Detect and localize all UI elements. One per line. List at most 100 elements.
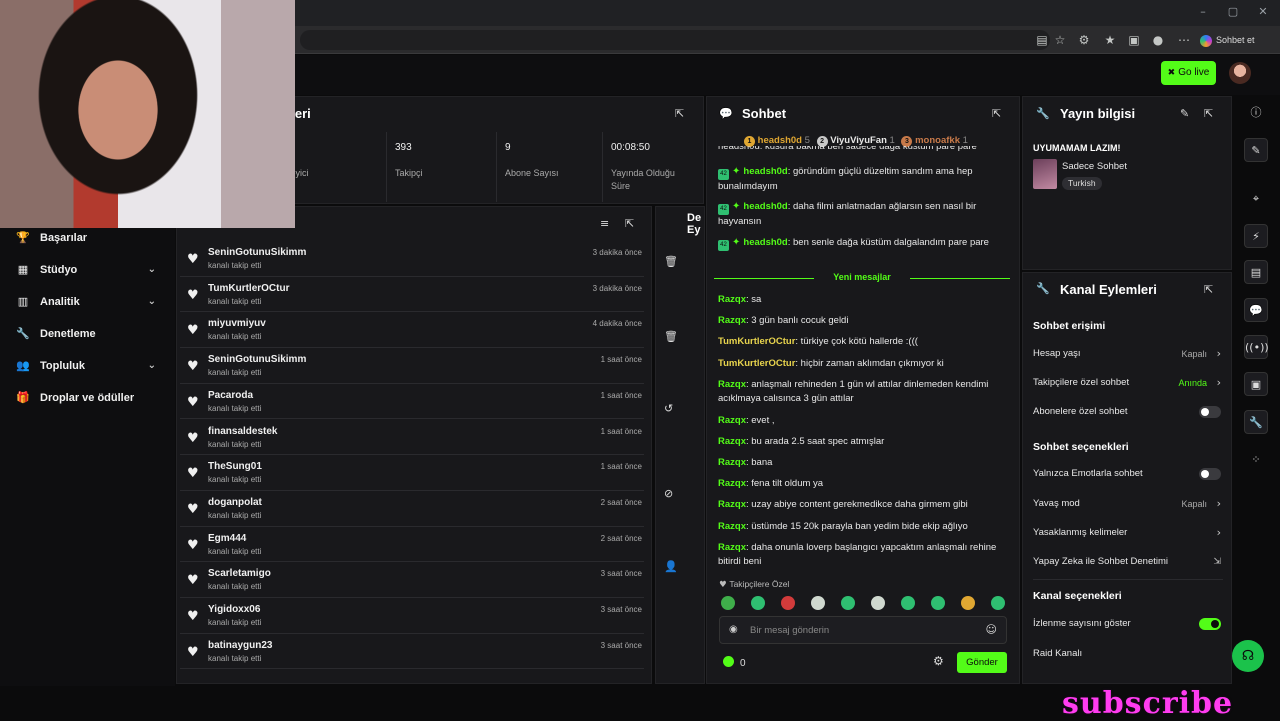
gear-icon[interactable]: ⚙ <box>933 654 944 668</box>
chat-username[interactable]: Razqx <box>718 478 746 489</box>
emote-icon[interactable] <box>901 596 915 610</box>
emoji-icon[interactable]: ☺ <box>986 623 997 636</box>
go-live-button[interactable]: ✖ Go live <box>1161 61 1216 85</box>
chat-input[interactable]: ◉ Bir mesaj gönderin ☺ <box>719 616 1007 644</box>
send-button[interactable]: Gönder <box>957 652 1007 673</box>
lightning-icon[interactable]: ⚡ <box>1244 224 1268 248</box>
nodes-icon[interactable]: ⁘ <box>1244 448 1268 472</box>
raid-channel-setting[interactable]: Raid Kanalı <box>1033 646 1223 662</box>
info-icon[interactable]: ⓘ <box>1244 101 1268 125</box>
expand-icon[interactable]: ⇱ <box>1204 107 1213 120</box>
follower-name[interactable]: TheSung01 <box>208 461 262 472</box>
edit-icon[interactable]: ✎ <box>1180 107 1189 120</box>
emote-icon[interactable] <box>751 596 765 610</box>
chat-username[interactable]: Razqx <box>718 436 746 447</box>
emote-icon[interactable] <box>721 596 735 610</box>
sidebar-item-drops[interactable]: 🎁 Droplar ve ödüller <box>16 387 166 409</box>
close-icon[interactable]: ✕ <box>1256 5 1270 19</box>
slow-mode-setting[interactable]: Yavaş mod Kapalı › <box>1033 496 1223 512</box>
chat-bubble-icon[interactable]: 💬 <box>1244 298 1268 322</box>
minimize-icon[interactable]: – <box>1196 5 1210 19</box>
sidebar-item-analytics[interactable]: ▥ Analitik ⌄ <box>16 291 166 313</box>
follower-name[interactable]: SeninGotunuSikimm <box>208 247 306 258</box>
gifter-name[interactable]: headsh0d <box>758 135 802 146</box>
follower-row[interactable]: ♥ Egm444 kanalı takip etti 2 saat önce <box>180 527 644 563</box>
follower-row[interactable]: ♥ miyuvmiyuv kanalı takip etti 4 dakika önc… <box>180 312 644 349</box>
reader-mode-icon[interactable]: ▤ <box>1033 31 1051 49</box>
banned-words-setting[interactable]: Yasaklanmış kelimeler › <box>1033 525 1223 541</box>
extensions-icon[interactable]: ⚙ <box>1075 31 1093 49</box>
emote-icon[interactable] <box>931 596 945 610</box>
chat-username[interactable]: headsh0d <box>743 237 787 248</box>
follower-row[interactable]: ♥ Yigidoxx06 kanalı takip etti 3 saat önce <box>180 598 644 634</box>
expand-icon[interactable]: ⇱ <box>1204 283 1213 296</box>
emote-icon[interactable] <box>991 596 1005 610</box>
stream-category[interactable]: Sadece Sohbet <box>1062 161 1127 172</box>
emote-icon[interactable] <box>811 596 825 610</box>
copilot-button[interactable]: Sohbet et <box>1200 31 1260 49</box>
broadcast-icon[interactable]: ((•)) <box>1244 335 1269 359</box>
favorite-star-icon[interactable]: ☆ <box>1051 31 1069 49</box>
follower-row[interactable]: ♥ SeninGotunuSikimm kanalı takip etti 3 dak… <box>180 241 644 277</box>
expand-icon[interactable]: ⇱ <box>625 217 634 230</box>
chat-username[interactable]: headsh0d <box>743 201 787 212</box>
chat-username[interactable]: Razqx <box>718 457 746 468</box>
edit-icon[interactable]: ✎ <box>1244 138 1268 162</box>
follower-name[interactable]: doganpolat <box>208 497 262 508</box>
chat-username[interactable]: Razqx <box>718 415 746 426</box>
follower-row[interactable]: ♥ TumKurtlerOCtur kanalı takip etti 3 dakik… <box>180 277 644 313</box>
favorites-icon[interactable]: ★ <box>1101 31 1119 49</box>
focus-icon[interactable]: ⌖ <box>1244 187 1268 211</box>
follower-name[interactable]: Scarletamigo <box>208 568 271 579</box>
ai-moderation-setting[interactable]: Yapay Zeka ile Sohbet Denetimi ⇲ <box>1033 554 1223 570</box>
follower-row[interactable]: ♥ Scarletamigo kanalı takip etti 3 saat önc… <box>180 562 644 598</box>
show-viewers-toggle[interactable] <box>1199 618 1221 630</box>
follower-name[interactable]: finansaldestek <box>208 426 277 437</box>
user-avatar[interactable] <box>1229 62 1251 84</box>
support-headset-icon[interactable]: ☊ <box>1232 640 1264 672</box>
follower-row[interactable]: ♥ Pacaroda kanalı takip etti 1 saat önce <box>180 384 644 420</box>
account-age-setting[interactable]: Hesap yaşı Kapalı › <box>1033 346 1223 362</box>
follower-name[interactable]: TumKurtlerOCtur <box>208 283 289 294</box>
chat-username[interactable]: headsh0d <box>743 166 787 177</box>
follower-row[interactable]: ♥ SeninGotunuSikimm kanalı takip etti 1 saa… <box>180 348 644 384</box>
follower-name[interactable]: Pacaroda <box>208 390 253 401</box>
emote-icon[interactable] <box>871 596 885 610</box>
sidebar-item-moderation[interactable]: 🔧 Denetleme <box>16 323 166 345</box>
emote-icon[interactable] <box>781 596 795 610</box>
follower-row[interactable]: ♥ batinaygun23 kanalı takip etti 3 saat önc… <box>180 634 644 670</box>
maximize-icon[interactable]: ▢ <box>1226 5 1240 19</box>
chat-username[interactable]: Razqx <box>718 379 746 390</box>
chat-username[interactable]: TumKurtlerOCtur <box>718 358 795 369</box>
chat-username[interactable]: Razqx <box>718 542 746 553</box>
profile-icon[interactable]: ● <box>1149 31 1167 49</box>
document-icon[interactable]: ▤ <box>1244 260 1268 284</box>
expand-icon[interactable]: ⇱ <box>675 107 684 120</box>
gifter-name[interactable]: monoafkk <box>915 135 960 146</box>
layout-icon[interactable]: ▣ <box>1244 372 1268 396</box>
follower-name[interactable]: batinaygun23 <box>208 640 272 651</box>
wrench-icon[interactable]: 🔧 <box>1244 410 1268 434</box>
chat-username[interactable]: Razqx <box>718 499 746 510</box>
gifter-name[interactable]: ViyuViyuFan <box>830 135 887 146</box>
follower-row[interactable]: ♥ TheSung01 kanalı takip etti 1 saat önce <box>180 455 644 491</box>
collections-icon[interactable]: ▣ <box>1125 31 1143 49</box>
follower-name[interactable]: SeninGotunuSikimm <box>208 354 306 365</box>
filter-icon[interactable]: ≡ <box>600 217 609 230</box>
channel-points[interactable]: 0 <box>723 656 746 669</box>
follower-name[interactable]: Yigidoxx06 <box>208 604 260 615</box>
chat-username[interactable]: Razqx <box>718 315 746 326</box>
more-icon[interactable]: ⋯ <box>1175 31 1193 49</box>
follower-name[interactable]: miyuvmiyuv <box>208 318 266 329</box>
subscribers-only-toggle[interactable] <box>1199 406 1221 418</box>
sidebar-item-studio[interactable]: ▦ Stüdyo ⌄ <box>16 259 166 281</box>
sidebar-item-community[interactable]: 👥 Topluluk ⌄ <box>16 355 166 377</box>
expand-icon[interactable]: ⇱ <box>992 107 1001 120</box>
followers-only-setting[interactable]: Takipçilere özel sohbet Anında › <box>1033 375 1223 391</box>
follower-row[interactable]: ♥ finansaldestek kanalı takip etti 1 saat ö… <box>180 420 644 456</box>
sidebar-item-achievements[interactable]: 🏆 Başarılar <box>16 227 166 249</box>
follower-name[interactable]: Egm444 <box>208 533 246 544</box>
emote-only-toggle[interactable] <box>1199 468 1221 480</box>
follower-row[interactable]: ♥ doganpolat kanalı takip etti 2 saat önce <box>180 491 644 527</box>
emote-icon[interactable] <box>961 596 975 610</box>
